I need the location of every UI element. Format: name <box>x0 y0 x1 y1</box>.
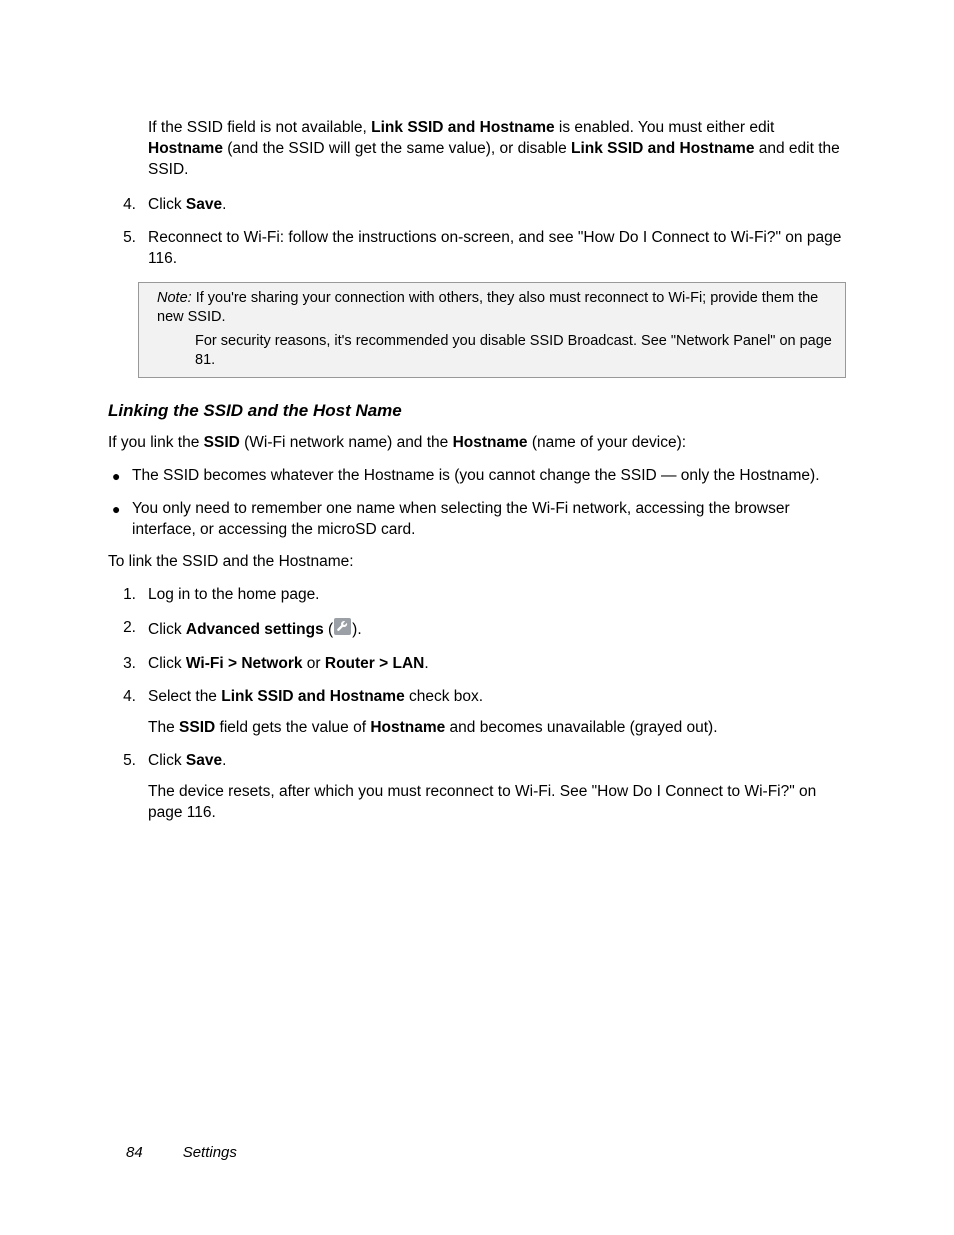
text: > <box>224 655 242 672</box>
text: . <box>222 752 226 769</box>
intro-link-paragraph: If you link the SSID (Wi-Fi network name… <box>108 433 846 454</box>
bullet-item: ● You only need to remember one name whe… <box>108 499 846 541</box>
text: If you link the <box>108 434 204 451</box>
document-page: If the SSID field is not available, Link… <box>0 0 954 1235</box>
wifi-label: Wi-Fi <box>186 655 224 672</box>
step-number: 4. <box>108 687 148 739</box>
steps-lower: 1. Log in to the home page. 2. Click Adv… <box>108 585 846 823</box>
step-body: Select the Link SSID and Hostname check … <box>148 687 846 739</box>
step-4b: 4. Select the Link SSID and Hostname che… <box>108 687 846 739</box>
text: Click <box>148 621 186 638</box>
text: Click <box>148 196 186 213</box>
note-text: If you're sharing your connection with o… <box>157 290 818 326</box>
step-sub: The device resets, after which you must … <box>148 782 846 824</box>
note-line-1: Note: If you're sharing your connection … <box>157 289 833 328</box>
step-5: 5. Reconnect to Wi-Fi: follow the instru… <box>108 228 846 270</box>
hostname-label: Hostname <box>453 434 528 451</box>
page-number: 84 <box>126 1143 143 1163</box>
wrench-icon <box>334 618 351 642</box>
bullet-icon: ● <box>108 466 132 487</box>
steps-upper: 4. Click Save. 5. Reconnect to Wi-Fi: fo… <box>108 195 846 270</box>
step-number: 2. <box>108 618 148 642</box>
bullet-icon: ● <box>108 499 132 541</box>
step-sub: The SSID field gets the value of Hostnam… <box>148 718 846 739</box>
section-name: Settings <box>183 1144 237 1161</box>
text: Select the <box>148 688 221 705</box>
step-body: Click Save. The device resets, after whi… <box>148 751 846 824</box>
bullet-list: ● The SSID becomes whatever the Hostname… <box>108 466 846 541</box>
step-number: 5. <box>108 751 148 824</box>
text: Click <box>148 752 186 769</box>
step-body: Reconnect to Wi-Fi: follow the instructi… <box>148 228 846 270</box>
text: check box. <box>405 688 483 705</box>
text: (name of your device): <box>528 434 687 451</box>
note-line-2: For security reasons, it's recommended y… <box>195 332 833 371</box>
step-number: 5. <box>108 228 148 270</box>
text: and becomes unavailable (grayed out). <box>445 719 717 736</box>
note-label: Note: <box>157 290 192 306</box>
text: ). <box>352 621 361 638</box>
ssid-label: SSID <box>204 434 240 451</box>
page-footer: 84 Settings <box>126 1143 237 1163</box>
note-box: Note: If you're sharing your connection … <box>138 282 846 378</box>
step-number: 1. <box>108 585 148 606</box>
text: is enabled. You must either edit <box>555 119 775 136</box>
text: ( <box>324 621 333 638</box>
bullet-text: You only need to remember one name when … <box>132 499 846 541</box>
step-body: Click Wi-Fi > Network or Router > LAN. <box>148 654 846 675</box>
link-ssid-hostname-label: Link SSID and Hostname <box>221 688 404 705</box>
text: field gets the value of <box>215 719 370 736</box>
text: or <box>302 655 324 672</box>
step-4: 4. Click Save. <box>108 195 846 216</box>
text: If the SSID field is not available, <box>148 119 371 136</box>
section-heading: Linking the SSID and the Host Name <box>108 400 846 423</box>
step-body: Click Advanced settings (). <box>148 618 846 642</box>
step-number: 3. <box>108 654 148 675</box>
step-5b: 5. Click Save. The device resets, after … <box>108 751 846 824</box>
hostname-label: Hostname <box>370 719 445 736</box>
step-body: Click Save. <box>148 195 846 216</box>
save-label: Save <box>186 196 222 213</box>
router-label: Router <box>325 655 375 672</box>
step-1: 1. Log in to the home page. <box>108 585 846 606</box>
text: The <box>148 719 179 736</box>
text: . <box>424 655 428 672</box>
bullet-text: The SSID becomes whatever the Hostname i… <box>132 466 846 487</box>
link-ssid-hostname-label: Link SSID and Hostname <box>571 140 754 157</box>
hostname-label: Hostname <box>148 140 223 157</box>
step-number: 4. <box>108 195 148 216</box>
text: (Wi-Fi network name) and the <box>240 434 453 451</box>
intro-paragraph: If the SSID field is not available, Link… <box>148 118 846 181</box>
lan-label: LAN <box>393 655 425 672</box>
link-ssid-hostname-label: Link SSID and Hostname <box>371 119 554 136</box>
network-label: Network <box>241 655 302 672</box>
save-label: Save <box>186 752 222 769</box>
text: Click <box>148 655 186 672</box>
text: > <box>375 655 393 672</box>
step-3: 3. Click Wi-Fi > Network or Router > LAN… <box>108 654 846 675</box>
to-link-paragraph: To link the SSID and the Hostname: <box>108 552 846 573</box>
bullet-item: ● The SSID becomes whatever the Hostname… <box>108 466 846 487</box>
text: (and the SSID will get the same value), … <box>223 140 571 157</box>
text: . <box>222 196 226 213</box>
advanced-settings-label: Advanced settings <box>186 621 324 638</box>
ssid-label: SSID <box>179 719 215 736</box>
step-2: 2. Click Advanced settings (). <box>108 618 846 642</box>
step-body: Log in to the home page. <box>148 585 846 606</box>
